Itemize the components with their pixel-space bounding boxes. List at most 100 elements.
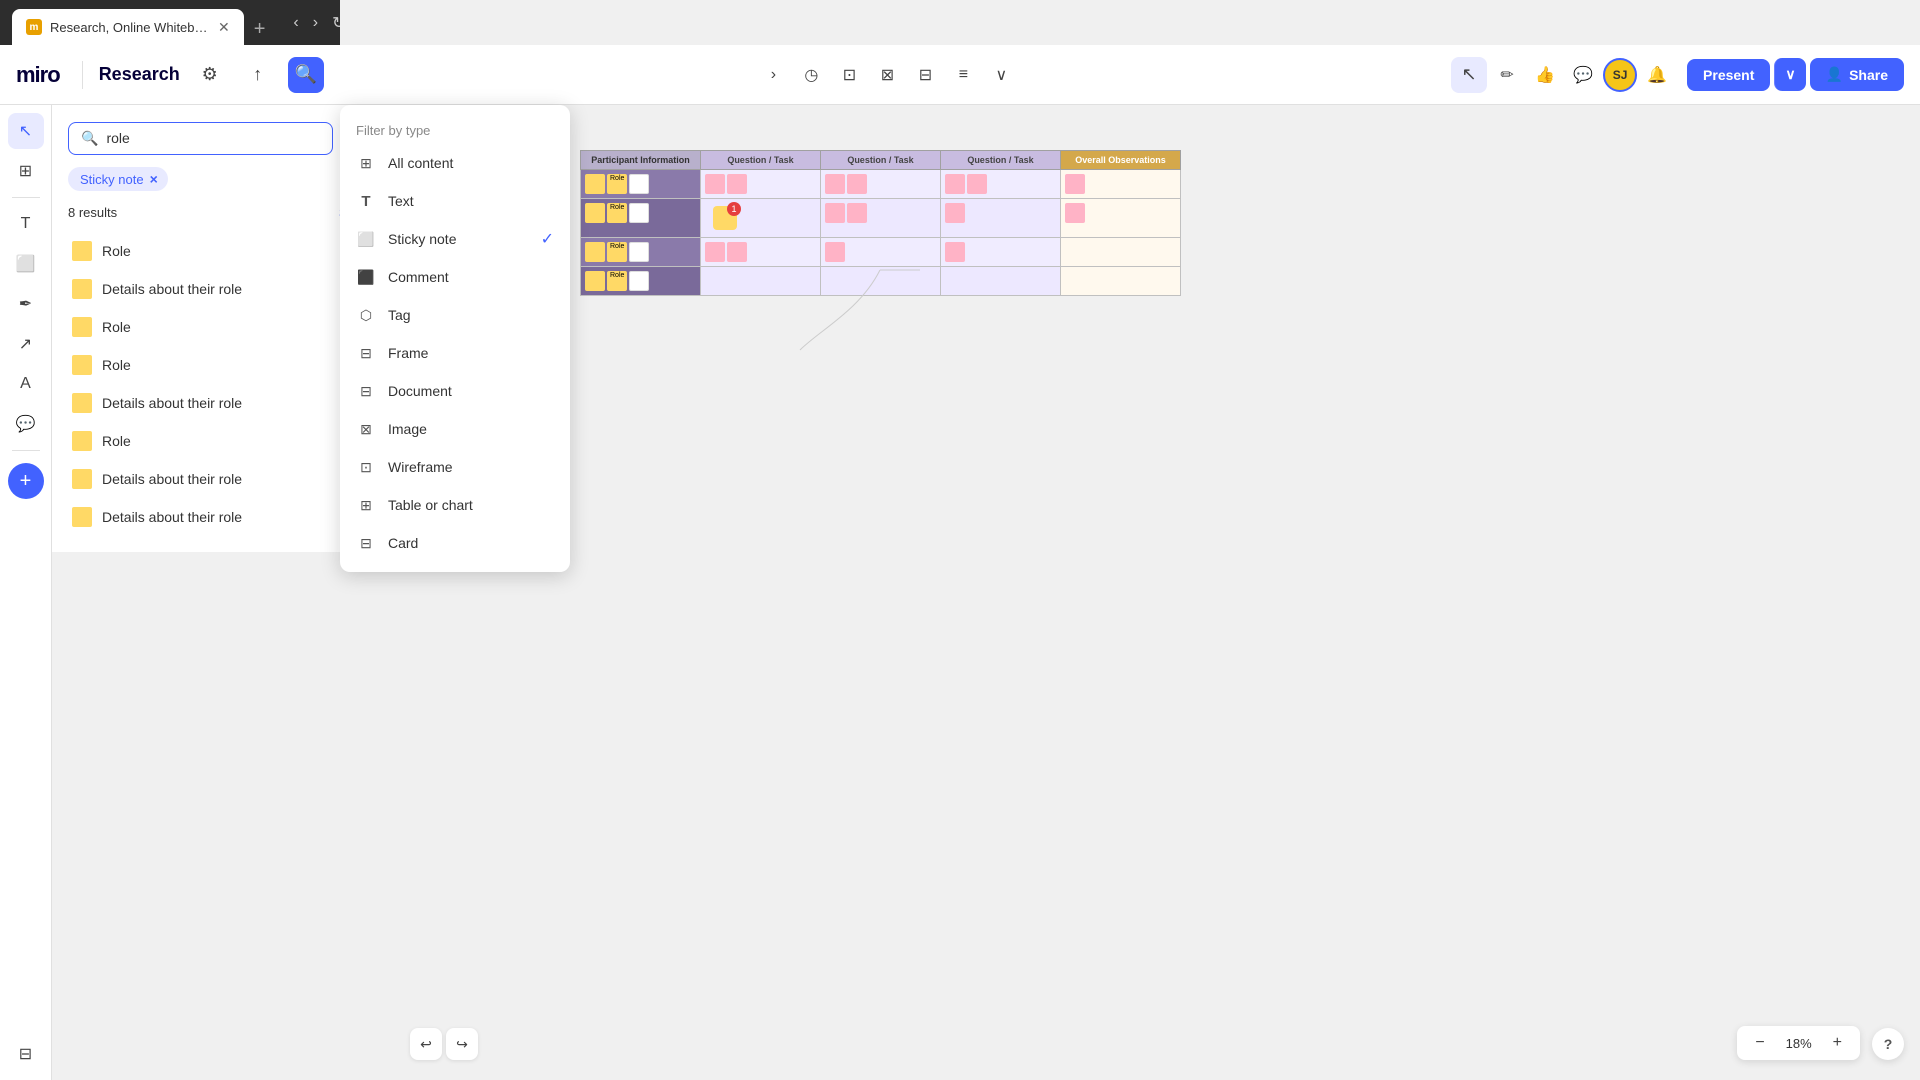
sticky-q2-row2-2	[847, 203, 867, 223]
pen-tool-button[interactable]: ✏	[1489, 57, 1525, 93]
filter-option-tag[interactable]: ⬡ Tag	[340, 296, 570, 334]
select-tool-button[interactable]: ↖	[8, 113, 44, 149]
result-sticky-icon-6	[72, 431, 92, 451]
result-item-4[interactable]: Role	[68, 346, 375, 384]
share-export-button[interactable]: ↑	[240, 57, 276, 93]
help-button[interactable]: ?	[1872, 1028, 1904, 1060]
board-name[interactable]: Research	[99, 64, 180, 85]
comment-button[interactable]: 💬	[1565, 57, 1601, 93]
board-canvas[interactable]: Participant Information Question / Task …	[340, 0, 1920, 1080]
result-label-4: Role	[102, 357, 131, 373]
tab-close-btn[interactable]: ✕	[218, 19, 230, 36]
result-item-2[interactable]: Details about their role	[68, 270, 375, 308]
sticky-p1-role: Role	[607, 174, 627, 194]
filter-option-comment[interactable]: ⬛ Comment	[340, 258, 570, 296]
q1-cell-4	[701, 267, 821, 296]
sidebar-bottom: ⊟	[8, 1028, 44, 1072]
obs-cell-3	[1061, 238, 1181, 267]
filter-option-sticky[interactable]: ⬜ Sticky note ✓	[340, 220, 570, 258]
timer-button[interactable]: ◷	[793, 57, 829, 93]
sticky-p4-3	[629, 271, 649, 291]
result-item-1[interactable]: Role	[68, 232, 375, 270]
expand-toolbar-button[interactable]: ›	[755, 57, 791, 93]
sticky-q1-row3-1	[705, 242, 725, 262]
search-button[interactable]: 🔍	[288, 57, 324, 93]
result-sticky-icon-5	[72, 393, 92, 413]
selection-tool-button[interactable]: ⊠	[869, 57, 905, 93]
col-header-q3: Question / Task	[941, 151, 1061, 170]
card-button[interactable]: ⊟	[907, 57, 943, 93]
sticky-q3-1	[945, 174, 965, 194]
obs-cell-4	[1061, 267, 1181, 296]
share-button[interactable]: 👤 Share	[1810, 58, 1904, 91]
result-item-6[interactable]: Role	[68, 422, 375, 460]
result-item-7[interactable]: Details about their role	[68, 460, 375, 498]
sticky-q2-2	[847, 174, 867, 194]
user-avatar[interactable]: SJ	[1603, 58, 1637, 92]
present-button[interactable]: Present	[1687, 59, 1770, 91]
redo-button[interactable]: ↪	[446, 1028, 478, 1060]
remove-filter-button[interactable]: ×	[150, 171, 158, 187]
zoom-in-button[interactable]: +	[1827, 1032, 1848, 1054]
back-button[interactable]: ‹	[289, 10, 302, 36]
filter-option-table[interactable]: ⊞ Table or chart	[340, 486, 570, 524]
filter-option-document[interactable]: ⊟ Document	[340, 372, 570, 410]
filter-option-all[interactable]: ⊞ All content	[340, 144, 570, 182]
tag-filter-icon: ⬡	[356, 305, 376, 325]
reaction-button[interactable]: 👍	[1527, 57, 1563, 93]
sticky-note-filter-chip[interactable]: Sticky note ×	[68, 167, 168, 191]
col-header-q2: Question / Task	[821, 151, 941, 170]
add-content-button[interactable]: +	[8, 463, 44, 499]
frame-tool-button[interactable]: ⊡	[831, 57, 867, 93]
sticky-note-tool-button[interactable]: ⬜	[8, 246, 44, 282]
sticky-p1-3	[629, 174, 649, 194]
sticky-q1-1	[705, 174, 725, 194]
new-tab-button[interactable]: +	[246, 14, 274, 45]
q1-cell-3	[701, 238, 821, 267]
toolbar-group: › ◷ ⊡ ⊠ ⊟ ≡ ∨	[755, 57, 1019, 93]
result-sticky-icon-1	[72, 241, 92, 261]
sticky-obs-1	[1065, 174, 1085, 194]
connector-node: 1	[705, 203, 745, 233]
grid-tool-button[interactable]: ⊞	[8, 153, 44, 189]
present-dropdown-button[interactable]: ∨	[1774, 58, 1805, 91]
share-icon: 👤	[1826, 66, 1843, 83]
sticky-q1-2	[727, 174, 747, 194]
result-item-3[interactable]: Role	[68, 308, 375, 346]
search-input[interactable]	[106, 130, 320, 146]
arrow-tool-button[interactable]: ↗	[8, 326, 44, 362]
filter-option-frame[interactable]: ⊟ Frame	[340, 334, 570, 372]
result-item-5[interactable]: Details about their role	[68, 384, 375, 422]
filter-option-card[interactable]: ⊟ Card	[340, 524, 570, 562]
q3-cell-2	[941, 199, 1061, 238]
filter-option-wireframe[interactable]: ⊡ Wireframe	[340, 448, 570, 486]
cursor-mode-button[interactable]: ↖	[1451, 57, 1487, 93]
comment-panel-button[interactable]: 💬	[8, 406, 44, 442]
more-tools-button[interactable]: ∨	[983, 57, 1019, 93]
pen-draw-tool-button[interactable]: ✒	[8, 286, 44, 322]
filter-option-text[interactable]: T Text	[340, 182, 570, 220]
undo-button[interactable]: ↩	[410, 1028, 442, 1060]
text-tool-button[interactable]: T	[8, 206, 44, 242]
q1-cell-1	[701, 170, 821, 199]
q1-cell-2: 1	[701, 199, 821, 238]
notification-button[interactable]: 🔔	[1639, 57, 1675, 93]
forward-button[interactable]: ›	[309, 10, 322, 36]
active-tab[interactable]: m Research, Online Whiteboard for... ✕	[12, 9, 244, 45]
zoom-out-button[interactable]: −	[1749, 1032, 1770, 1054]
left-panel-button[interactable]: ⊟	[8, 1036, 44, 1072]
filter-option-image[interactable]: ⊠ Image	[340, 410, 570, 448]
settings-button[interactable]: ⚙	[192, 57, 228, 93]
sticky-connector: 1	[713, 206, 737, 230]
result-item-8[interactable]: Details about their role	[68, 498, 375, 536]
card-filter-icon: ⊟	[356, 533, 376, 553]
undo-redo-controls: ↩ ↪	[410, 1028, 478, 1060]
letter-tool-button[interactable]: A	[8, 366, 44, 402]
image-filter-label: Image	[388, 421, 427, 437]
chip-label: Sticky note	[80, 172, 144, 187]
filter-dropdown-title: Filter by type	[340, 115, 570, 144]
table-filter-label: Table or chart	[388, 497, 473, 513]
notes-button[interactable]: ≡	[945, 57, 981, 93]
participant-cell-4: Role	[581, 267, 701, 296]
q2-cell-3	[821, 238, 941, 267]
